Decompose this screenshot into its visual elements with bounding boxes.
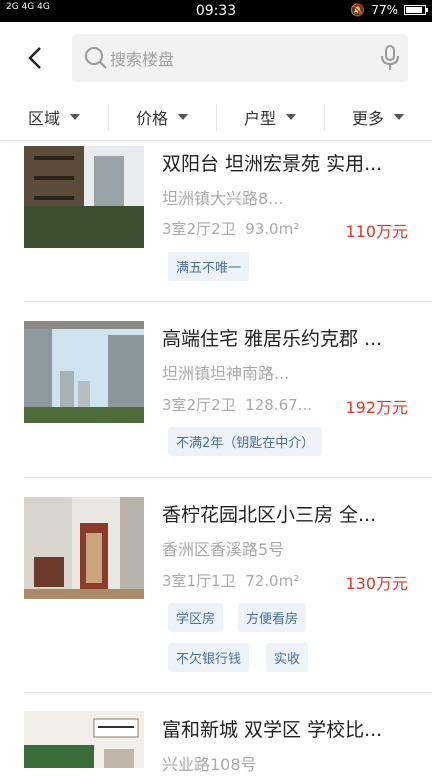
- search-box[interactable]: [72, 34, 408, 82]
- battery-icon: [404, 5, 428, 15]
- listing-title: 高端住宅 雅居乐约克郡 ...: [162, 328, 383, 350]
- listing-spec: 3室2厅2卫 93.0m²: [162, 220, 300, 238]
- filter-bar: 区域 价格 户型 更多: [0, 94, 432, 141]
- top-bar: [0, 22, 432, 94]
- listing-tag: 实收: [266, 643, 309, 672]
- filter-price[interactable]: 价格: [108, 94, 216, 140]
- listing-item[interactable]: 富和新城 双学区 学校比... 兴业路108号: [0, 693, 432, 783]
- listing-price: 192万元: [345, 398, 408, 417]
- listing-photo: [24, 146, 144, 248]
- listing-title: 富和新城 双学区 学校比...: [162, 719, 383, 741]
- microphone-icon[interactable]: [380, 44, 400, 72]
- filter-more[interactable]: 更多: [324, 94, 432, 140]
- listing-item[interactable]: 香柠花园北区小三房 全... 香洲区香溪路5号 3室1厅1卫 72.0m² 13…: [0, 478, 432, 693]
- search-input[interactable]: [108, 44, 362, 74]
- listing-spec: 3室2厅2卫 128.67...: [162, 396, 312, 414]
- listing-item[interactable]: 双阳台 坦洲宏景苑 实用... 坦洲镇大兴路8... 3室2厅2卫 93.0m²…: [0, 141, 432, 302]
- filter-layout[interactable]: 户型: [216, 94, 324, 140]
- listing-address: 香洲区香溪路5号: [162, 540, 285, 559]
- dropdown-arrow-icon: [178, 114, 188, 120]
- listing-tag: 不满2年（钥匙在中介）: [168, 427, 323, 456]
- listing-tag: 满五不唯一: [168, 252, 250, 281]
- listing-address: 兴业路108号: [162, 755, 257, 774]
- listing-title: 香柠花园北区小三房 全...: [162, 504, 377, 526]
- dropdown-arrow-icon: [286, 114, 296, 120]
- filter-area[interactable]: 区域: [0, 94, 108, 140]
- listing-tag: 学区房: [168, 603, 224, 632]
- search-icon: [85, 47, 107, 69]
- listing-photo: [24, 321, 144, 423]
- listing-address: 坦洲镇坦神南路...: [162, 364, 290, 383]
- listing-price: 130万元: [345, 574, 408, 593]
- status-bar: 2G 4G 4G 09:33 🔕 77%: [0, 0, 432, 22]
- listing-address: 坦洲镇大兴路8...: [162, 189, 284, 208]
- dropdown-arrow-icon: [70, 114, 80, 120]
- dropdown-arrow-icon: [394, 114, 404, 120]
- status-right: 🔕 77%: [350, 3, 428, 17]
- listing-tag: 不欠银行钱: [168, 643, 250, 672]
- listing-item[interactable]: 高端住宅 雅居乐约克郡 ... 坦洲镇坦神南路... 3室2厅2卫 128.67…: [0, 302, 432, 478]
- listing-title: 双阳台 坦洲宏景苑 实用...: [162, 153, 383, 175]
- mute-icon: 🔕: [350, 3, 366, 17]
- battery-text: 77%: [371, 3, 398, 17]
- listing-spec: 3室1厅1卫 72.0m²: [162, 572, 300, 590]
- listing-price: 110万元: [345, 222, 408, 241]
- listing-tag: 方便看房: [238, 603, 307, 632]
- listing-photo: [24, 711, 144, 768]
- back-button[interactable]: [22, 42, 50, 74]
- back-arrow-icon: [28, 47, 41, 69]
- listing-photo: [24, 497, 144, 599]
